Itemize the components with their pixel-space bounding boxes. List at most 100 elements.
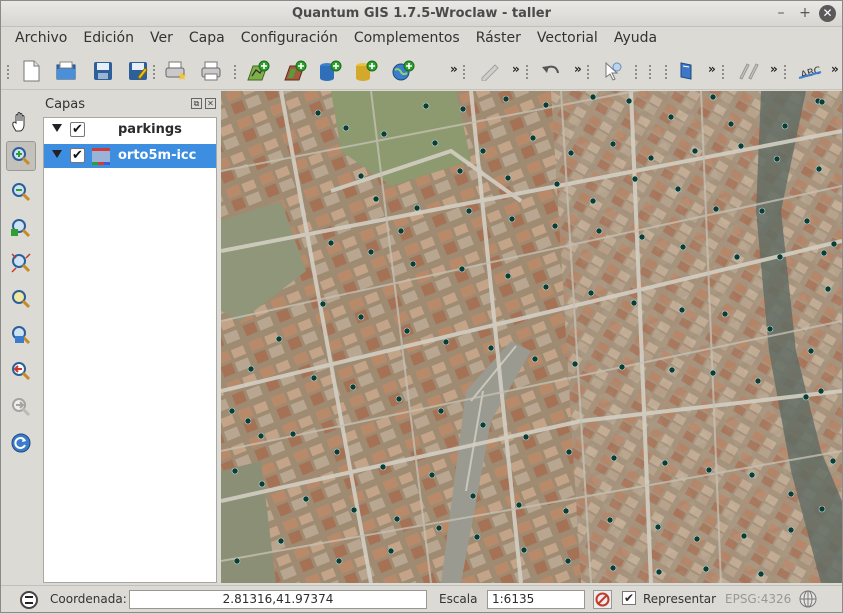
minimize-button[interactable]: – (771, 4, 791, 22)
close-button[interactable]: ✕ (819, 5, 836, 22)
parking-point[interactable] (335, 557, 343, 565)
parking-point[interactable] (422, 102, 430, 110)
zoom-to-selection-icon[interactable] (6, 248, 36, 278)
parking-point[interactable] (551, 222, 559, 230)
identify-icon[interactable] (599, 58, 625, 84)
parking-point[interactable] (609, 140, 617, 148)
parking-point[interactable] (231, 467, 239, 475)
layer-row-orto5m-icc[interactable]: ✔ orto5m-icc (44, 144, 216, 168)
save-project-icon[interactable] (90, 58, 116, 84)
parking-point[interactable] (428, 471, 436, 479)
parking-point[interactable] (748, 471, 756, 479)
parking-point[interactable] (393, 515, 401, 523)
parking-point[interactable] (567, 149, 575, 157)
edit-pencil-icon[interactable] (477, 58, 503, 84)
parking-point[interactable] (228, 407, 236, 415)
open-project-icon[interactable] (53, 58, 79, 84)
zoom-next-icon[interactable] (6, 392, 36, 422)
menu-capa[interactable]: Capa (181, 27, 233, 51)
parking-point[interactable] (357, 313, 365, 321)
parking-point[interactable] (275, 335, 283, 343)
zoom-in-icon[interactable] (6, 141, 36, 171)
toolbar-grip[interactable] (463, 65, 467, 79)
toolbar-grip[interactable] (635, 65, 639, 79)
parking-point[interactable] (435, 524, 443, 532)
toolbar-more-button[interactable]: » (450, 62, 458, 76)
parking-point[interactable] (678, 306, 686, 314)
parking-point[interactable] (638, 233, 646, 241)
parking-point[interactable] (589, 93, 597, 101)
layer-row-parkings[interactable]: ✔ parkings (44, 118, 216, 142)
toolbar-more-button[interactable]: » (708, 62, 716, 76)
label-abc-icon[interactable]: ABC (797, 58, 823, 84)
parking-point[interactable] (668, 366, 676, 374)
new-project-icon[interactable] (18, 58, 44, 84)
new-print-composer-icon[interactable] (162, 58, 188, 84)
parking-point[interactable] (564, 557, 572, 565)
expand-arrow-icon[interactable] (52, 124, 62, 132)
parking-point[interactable] (829, 457, 837, 465)
parking-point[interactable] (277, 537, 285, 545)
parking-point[interactable] (625, 97, 633, 105)
parking-point[interactable] (674, 185, 682, 193)
parking-point[interactable] (387, 547, 395, 555)
toolbar-grip[interactable] (7, 65, 11, 79)
parking-point[interactable] (397, 227, 405, 235)
parking-point[interactable] (437, 407, 445, 415)
render-checkbox[interactable]: ✔ (622, 591, 636, 605)
parking-point[interactable] (247, 365, 255, 373)
parking-point[interactable] (367, 248, 375, 256)
parking-point[interactable] (479, 421, 487, 429)
parking-point[interactable] (654, 523, 662, 531)
add-spatialite-layer-icon[interactable] (353, 58, 379, 84)
parking-point[interactable] (469, 492, 477, 500)
toolbar-grip[interactable] (784, 65, 788, 79)
parking-point[interactable] (542, 283, 550, 291)
parking-point[interactable] (310, 374, 318, 382)
add-postgis-layer-icon[interactable] (317, 58, 343, 84)
parking-point[interactable] (403, 327, 411, 335)
parking-point[interactable] (781, 122, 789, 130)
parking-point[interactable] (571, 360, 579, 368)
menu-configuracion[interactable]: Configuración (233, 27, 346, 51)
coordinate-field[interactable]: 2.81316,41.97374 (129, 590, 427, 609)
parking-point[interactable] (610, 454, 618, 462)
parking-point[interactable] (314, 109, 322, 117)
parking-point[interactable] (818, 98, 826, 106)
parking-point[interactable] (395, 395, 403, 403)
parking-point[interactable] (609, 564, 617, 572)
menu-complementos[interactable]: Complementos (346, 27, 468, 51)
menu-archivo[interactable]: Archivo (7, 27, 75, 51)
parking-point[interactable] (357, 172, 365, 180)
toolbar-more-button[interactable]: » (831, 62, 839, 76)
expand-arrow-icon[interactable] (52, 150, 62, 158)
parking-point[interactable] (553, 180, 561, 188)
menu-vectorial[interactable]: Vectorial (529, 27, 606, 51)
parking-point[interactable] (529, 134, 537, 142)
parking-point[interactable] (817, 387, 825, 395)
parking-point[interactable] (705, 466, 713, 474)
parking-point[interactable] (456, 167, 464, 175)
parking-point[interactable] (233, 557, 241, 565)
add-vector-layer-icon[interactable] (245, 58, 271, 84)
parking-point[interactable] (618, 363, 626, 371)
parking-point[interactable] (647, 154, 655, 162)
zoom-to-layer-icon[interactable] (6, 284, 36, 314)
parking-point[interactable] (520, 546, 528, 554)
parking-point[interactable] (562, 507, 570, 515)
parking-point[interactable] (431, 139, 439, 147)
menu-edicion[interactable]: Edición (75, 27, 142, 51)
parking-point[interactable] (350, 506, 358, 514)
toolbar-more-button[interactable]: » (770, 62, 778, 76)
parking-point[interactable] (727, 120, 735, 128)
parking-point[interactable] (333, 448, 341, 456)
parking-point[interactable] (709, 93, 717, 101)
menu-ver[interactable]: Ver (142, 27, 181, 51)
parking-point[interactable] (830, 240, 838, 248)
parking-point[interactable] (776, 253, 784, 261)
zoom-native-icon[interactable] (6, 320, 36, 350)
parking-point[interactable] (693, 535, 701, 543)
toolbar-grip[interactable] (234, 65, 238, 79)
toolbar-grip[interactable] (153, 65, 157, 79)
menu-ayuda[interactable]: Ayuda (606, 27, 665, 51)
